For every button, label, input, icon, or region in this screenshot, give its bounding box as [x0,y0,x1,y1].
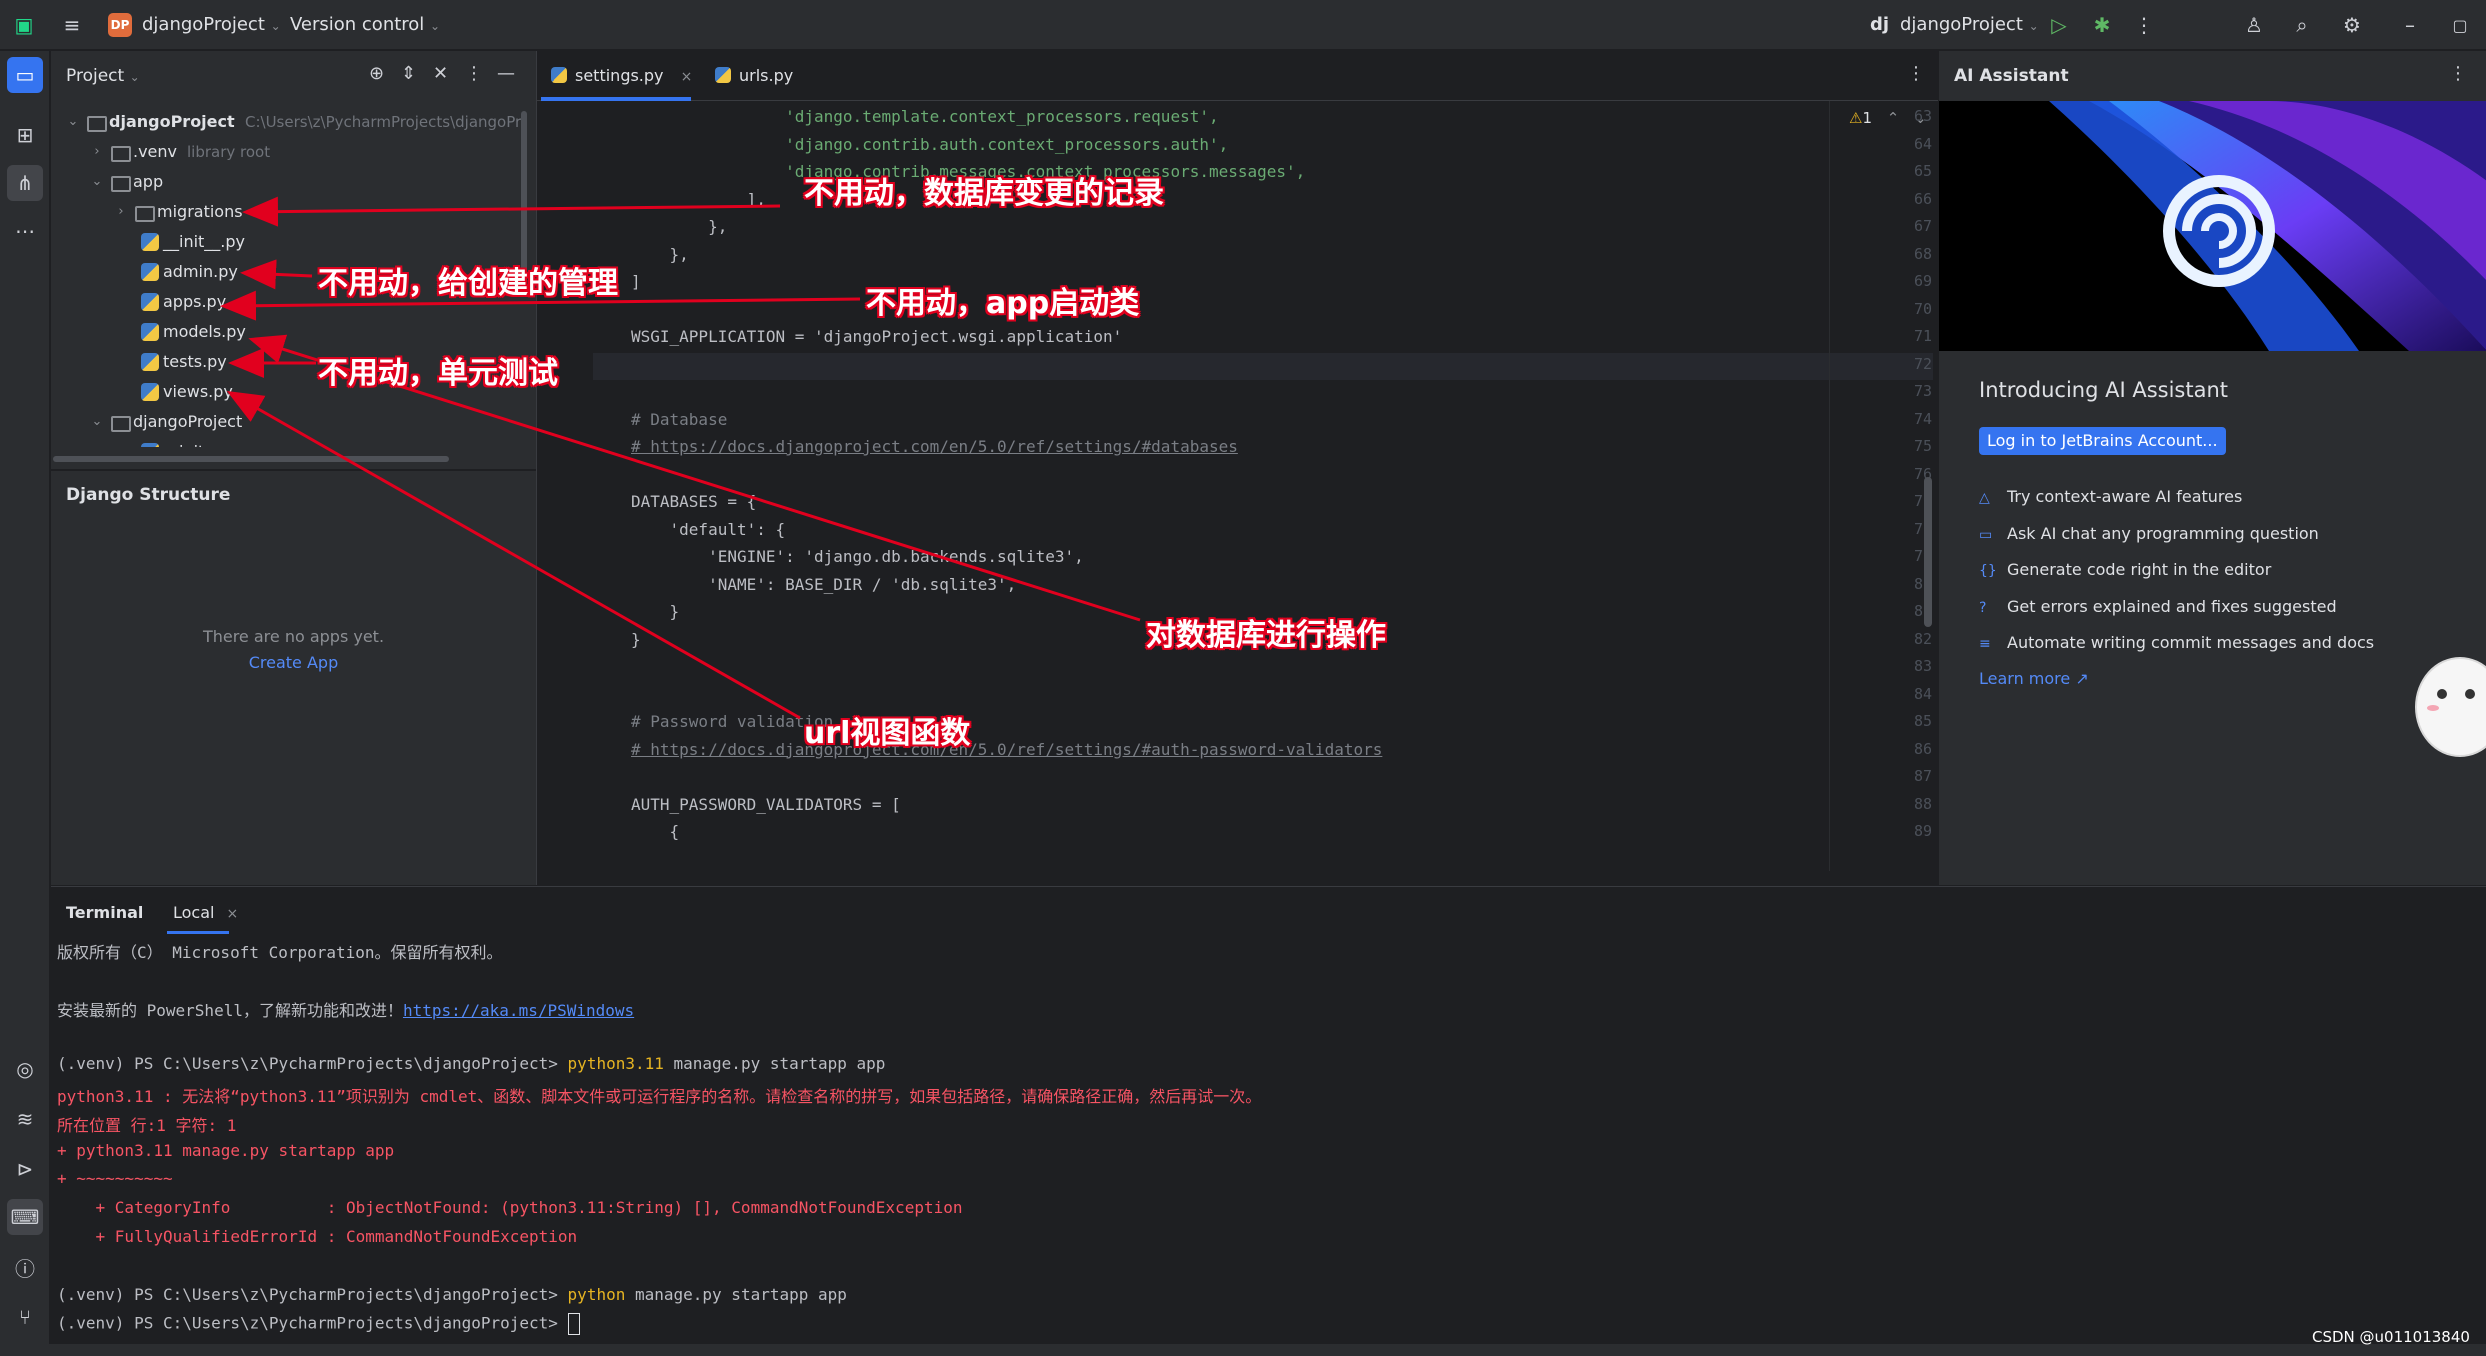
annotation-views: url视图函数 [804,716,971,751]
arrow-views [226,391,801,720]
annotation-migrations: 不用动，数据库变更的记录 [804,176,1164,211]
annotation-arrows [220,196,1141,720]
annotation-tests: 不用动，单元测试 [318,356,558,391]
annotation-apps: 不用动，app启动类 [866,286,1140,321]
annotation-admin: 不用动，给创建的管理 [318,266,618,301]
annotation-models: 对数据库进行操作 [1146,618,1386,653]
arrow-migrations [242,196,781,227]
arrow-admin [240,259,313,290]
